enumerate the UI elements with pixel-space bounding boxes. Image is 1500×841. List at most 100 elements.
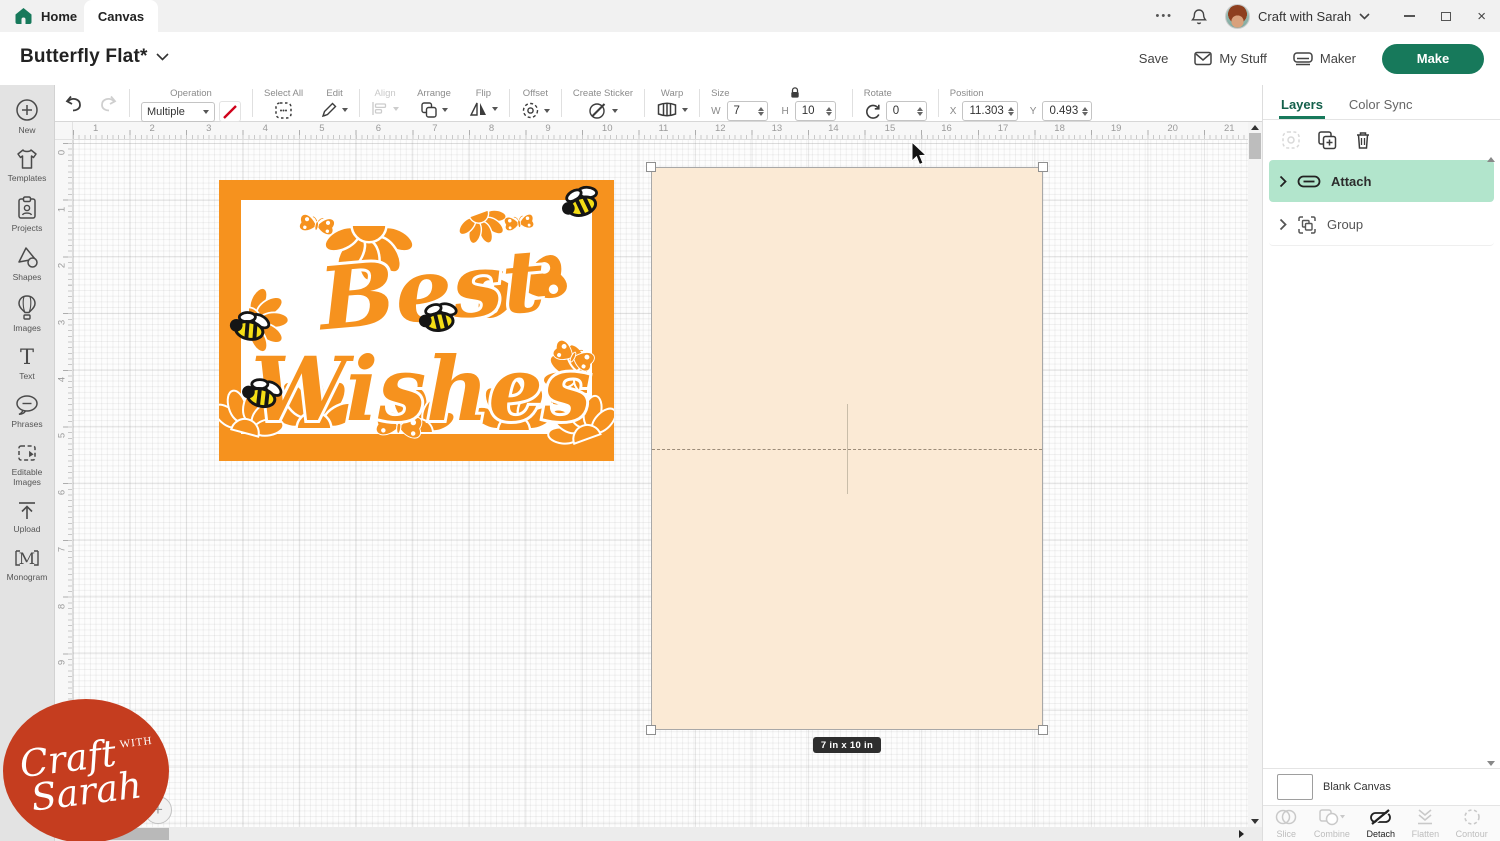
- blank-canvas-swatch[interactable]: [1277, 774, 1313, 800]
- rotate-icon[interactable]: [864, 103, 882, 120]
- make-button[interactable]: Make: [1382, 44, 1484, 74]
- redo-button[interactable]: [98, 95, 118, 112]
- vertical-scroll-thumb[interactable]: [1249, 133, 1261, 159]
- arrange-layers-icon: [420, 101, 438, 118]
- scroll-up-arrow[interactable]: [1251, 125, 1259, 130]
- panel-scroll-up-arrow[interactable]: [1487, 157, 1495, 162]
- overflow-menu-icon[interactable]: •••: [1155, 10, 1173, 22]
- my-stuff-button[interactable]: My Stuff: [1194, 51, 1266, 66]
- chevron-down-icon: [442, 108, 448, 112]
- sidebar-item-projects[interactable]: Projects: [0, 189, 55, 239]
- sidebar-item-editable-images[interactable]: Editable Images: [0, 435, 55, 493]
- project-header: Butterfly Flat* Save My Stuff Maker Make: [0, 32, 1500, 85]
- expand-chevron-icon[interactable]: [1279, 175, 1287, 188]
- horizontal-scrollbar[interactable]: [55, 827, 1262, 841]
- window-close-button[interactable]: ×: [1477, 9, 1486, 24]
- position-x-stepper[interactable]: [1008, 107, 1014, 116]
- window-maximize-button[interactable]: [1441, 12, 1451, 21]
- flip-mirror-icon: [469, 101, 488, 117]
- tshirt-icon: [15, 148, 39, 170]
- position-y-input[interactable]: 0.493: [1042, 101, 1092, 121]
- height-stepper[interactable]: [826, 107, 832, 116]
- blank-card-shape[interactable]: [651, 167, 1043, 730]
- position-y-stepper[interactable]: [1082, 107, 1088, 116]
- arrange-menu-button[interactable]: Arrange: [408, 85, 460, 121]
- sidebar-item-monogram[interactable]: M Monogram: [0, 540, 55, 588]
- width-input[interactable]: 7: [727, 101, 768, 121]
- ruler-corner: [55, 122, 73, 140]
- window-minimize-button[interactable]: [1404, 15, 1415, 17]
- blank-canvas-row[interactable]: Blank Canvas: [1263, 768, 1500, 805]
- maker-machine-icon: [1293, 52, 1313, 66]
- operation-group: Operation Multiple: [132, 85, 250, 121]
- selection-handle-bottom-left[interactable]: [646, 725, 656, 735]
- project-title-menu[interactable]: Butterfly Flat*: [20, 46, 169, 68]
- select-layers-icon: [1281, 130, 1301, 150]
- rotate-input[interactable]: 0: [886, 101, 927, 121]
- canvas-workspace[interactable]: Best Wishes 7 in x 10 in: [73, 140, 1248, 827]
- avatar: [1225, 4, 1250, 29]
- create-sticker-button[interactable]: Create Sticker: [564, 85, 642, 121]
- sidebar-item-images[interactable]: Images: [0, 288, 55, 339]
- delete-layer-button[interactable]: [1354, 130, 1372, 150]
- rotate-group: Rotate 0: [855, 85, 936, 121]
- undo-button[interactable]: [64, 95, 84, 112]
- offset-menu-button[interactable]: Offset: [512, 85, 559, 121]
- layer-row-attach[interactable]: Attach: [1269, 160, 1494, 202]
- group-icon: [1297, 215, 1317, 235]
- height-input[interactable]: 10: [795, 101, 836, 121]
- sidebar-item-upload[interactable]: Upload: [0, 493, 55, 540]
- sidebar-item-shapes[interactable]: Shapes: [0, 239, 55, 288]
- position-x-input[interactable]: 11.303: [962, 101, 1017, 121]
- panel-scroll-down-arrow[interactable]: [1487, 761, 1495, 766]
- upload-arrow-icon: [16, 500, 38, 521]
- flatten-icon: [1415, 808, 1435, 826]
- layers-panel: Layers Color Sync Attach Group Blank Can…: [1262, 85, 1500, 841]
- size-lock-icon[interactable]: [789, 86, 802, 99]
- account-menu[interactable]: Craft with Sarah: [1225, 4, 1370, 29]
- sticker-icon: [588, 101, 608, 120]
- account-name: Craft with Sarah: [1258, 9, 1351, 24]
- save-button[interactable]: Save: [1139, 51, 1169, 66]
- offset-icon: [521, 101, 540, 120]
- sidebar-item-phrases[interactable]: Phrases: [0, 387, 55, 435]
- sidebar-item-templates[interactable]: Templates: [0, 141, 55, 189]
- layer-row-group[interactable]: Group: [1269, 204, 1494, 246]
- align-icon: [371, 101, 389, 116]
- position-group: Position X 11.303 Y 0.493: [941, 85, 1101, 121]
- flip-menu-button[interactable]: Flip: [460, 85, 507, 121]
- select-all-button[interactable]: Select All: [255, 85, 312, 121]
- detach-button[interactable]: Detach: [1366, 808, 1395, 839]
- expand-chevron-icon[interactable]: [1279, 218, 1287, 231]
- sidebar-item-new[interactable]: New: [0, 91, 55, 141]
- duplicate-layer-button[interactable]: [1317, 130, 1338, 150]
- best-wishes-design[interactable]: Best Wishes: [219, 180, 614, 461]
- letter-t-icon: T: [16, 346, 38, 368]
- selection-handle-top-right[interactable]: [1038, 162, 1048, 172]
- scroll-down-arrow[interactable]: [1251, 819, 1259, 824]
- pen-color-chip[interactable]: [219, 101, 241, 122]
- width-stepper[interactable]: [758, 107, 764, 116]
- tab-layers[interactable]: Layers: [1281, 97, 1323, 119]
- my-stuff-icon: [1194, 51, 1212, 66]
- machine-select-button[interactable]: Maker: [1293, 51, 1356, 66]
- operation-select[interactable]: Multiple: [141, 102, 215, 122]
- vertical-scrollbar[interactable]: [1248, 122, 1262, 827]
- selection-size-badge: 7 in x 10 in: [813, 737, 881, 753]
- tab-color-sync[interactable]: Color Sync: [1349, 97, 1413, 119]
- scroll-right-arrow[interactable]: [1239, 830, 1244, 838]
- sidebar-item-text[interactable]: T Text: [0, 339, 55, 387]
- rotate-stepper[interactable]: [917, 107, 923, 116]
- edit-menu-button[interactable]: Edit: [312, 85, 357, 121]
- selection-handle-bottom-right[interactable]: [1038, 725, 1048, 735]
- warp-menu-button[interactable]: Warp: [647, 85, 697, 121]
- chevron-down-icon: [1359, 13, 1370, 20]
- selection-handle-top-left[interactable]: [646, 162, 656, 172]
- tab-canvas[interactable]: Canvas: [84, 0, 158, 32]
- flatten-button: Flatten: [1412, 808, 1440, 839]
- contour-button: Contour: [1456, 808, 1488, 839]
- fold-center-mark: [847, 404, 848, 494]
- shapes-icon: [15, 246, 40, 269]
- home-button[interactable]: Home: [14, 0, 77, 32]
- notifications-bell-icon[interactable]: [1191, 8, 1207, 25]
